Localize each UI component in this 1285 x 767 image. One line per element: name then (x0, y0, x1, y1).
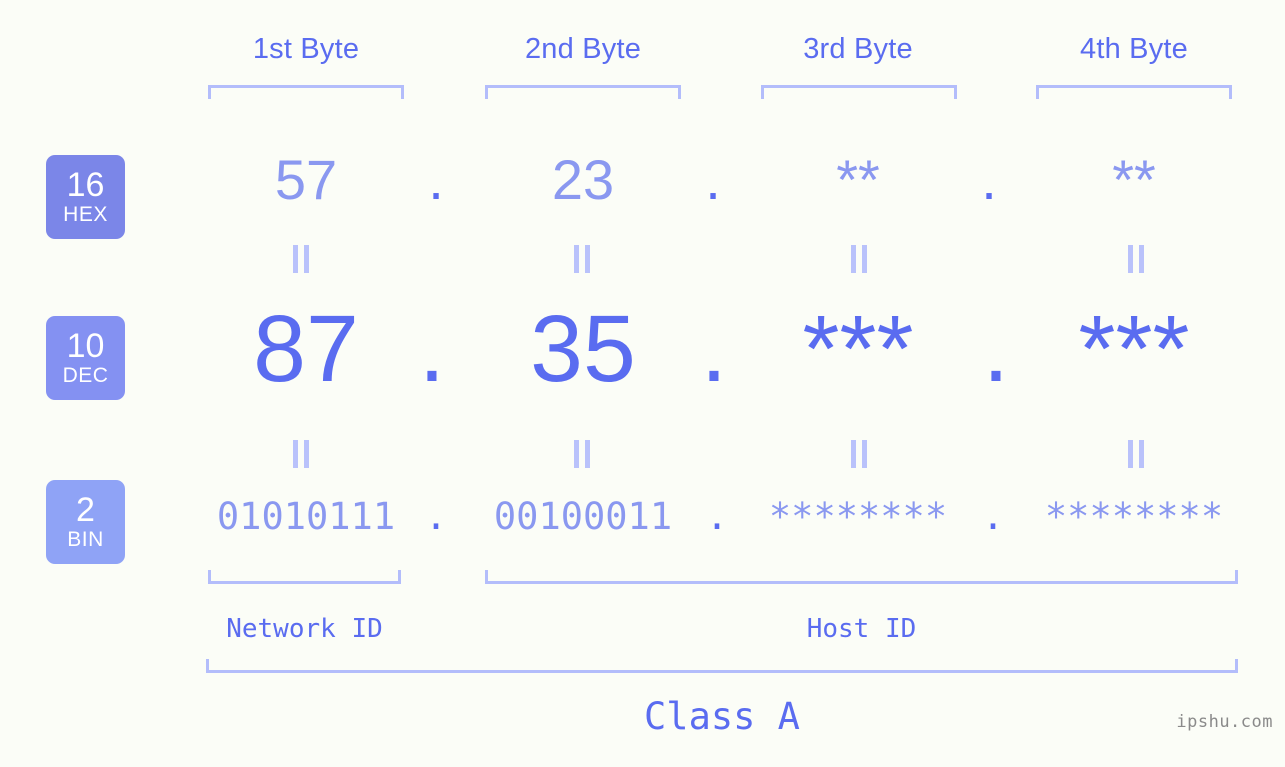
equals-icon-dec-bin-1 (288, 440, 314, 468)
bin-separator-1: . (424, 495, 448, 538)
radix-badge-dec: 10 DEC (46, 316, 125, 400)
byte-header-3: 3rd Byte (803, 33, 913, 65)
ip-breakdown-diagram: 1st Byte 2nd Byte 3rd Byte 4th Byte 16 H… (0, 0, 1285, 767)
byte-bracket-top-4 (1036, 85, 1232, 99)
dec-separator-2: . (700, 296, 728, 402)
radix-number-hex: 16 (66, 165, 105, 204)
bin-value-byte-1: 01010111 (216, 495, 396, 538)
equals-icon-dec-bin-4 (1123, 440, 1149, 468)
dec-value-byte-1: 87 (253, 296, 359, 402)
equals-icon-hex-dec-1 (288, 245, 314, 273)
hex-value-byte-4: ** (1112, 148, 1156, 211)
host-id-label: Host ID (806, 614, 917, 644)
dec-value-byte-3: *** (802, 296, 914, 402)
dec-separator-1: . (418, 296, 446, 402)
byte-bracket-top-3 (761, 85, 957, 99)
radix-number-bin: 2 (76, 490, 95, 529)
hex-separator-3: . (981, 148, 997, 211)
hex-separator-2: . (705, 148, 721, 211)
byte-header-1: 1st Byte (252, 33, 360, 65)
equals-icon-dec-bin-3 (846, 440, 872, 468)
byte-bracket-top-1 (208, 85, 404, 99)
class-bracket (206, 659, 1238, 673)
host-id-bracket (485, 570, 1238, 584)
radix-name-dec: DEC (62, 364, 109, 388)
equals-icon-hex-dec-2 (569, 245, 595, 273)
radix-badge-hex: 16 HEX (46, 155, 125, 239)
byte-header-4: 4th Byte (1080, 33, 1188, 65)
dec-value-byte-4: *** (1078, 296, 1190, 402)
network-id-bracket (208, 570, 401, 584)
equals-icon-hex-dec-3 (846, 245, 872, 273)
bin-value-byte-3: ******** (768, 495, 948, 538)
byte-bracket-top-2 (485, 85, 681, 99)
dec-value-byte-2: 35 (530, 296, 636, 402)
bin-value-byte-2: 00100011 (493, 495, 673, 538)
radix-name-hex: HEX (63, 203, 108, 227)
hex-value-byte-1: 57 (274, 148, 338, 211)
network-id-label: Network ID (226, 614, 383, 644)
equals-icon-dec-bin-2 (569, 440, 595, 468)
class-label: Class A (644, 695, 800, 738)
hex-value-byte-2: 23 (551, 148, 615, 211)
equals-icon-hex-dec-4 (1123, 245, 1149, 273)
radix-name-bin: BIN (67, 528, 104, 552)
site-watermark: ipshu.com (1176, 712, 1273, 732)
bin-value-byte-4: ******** (1044, 495, 1224, 538)
hex-value-byte-3: ** (836, 148, 880, 211)
radix-number-dec: 10 (66, 326, 105, 365)
radix-badge-bin: 2 BIN (46, 480, 125, 564)
hex-separator-1: . (428, 148, 444, 211)
byte-header-2: 2nd Byte (524, 33, 642, 65)
